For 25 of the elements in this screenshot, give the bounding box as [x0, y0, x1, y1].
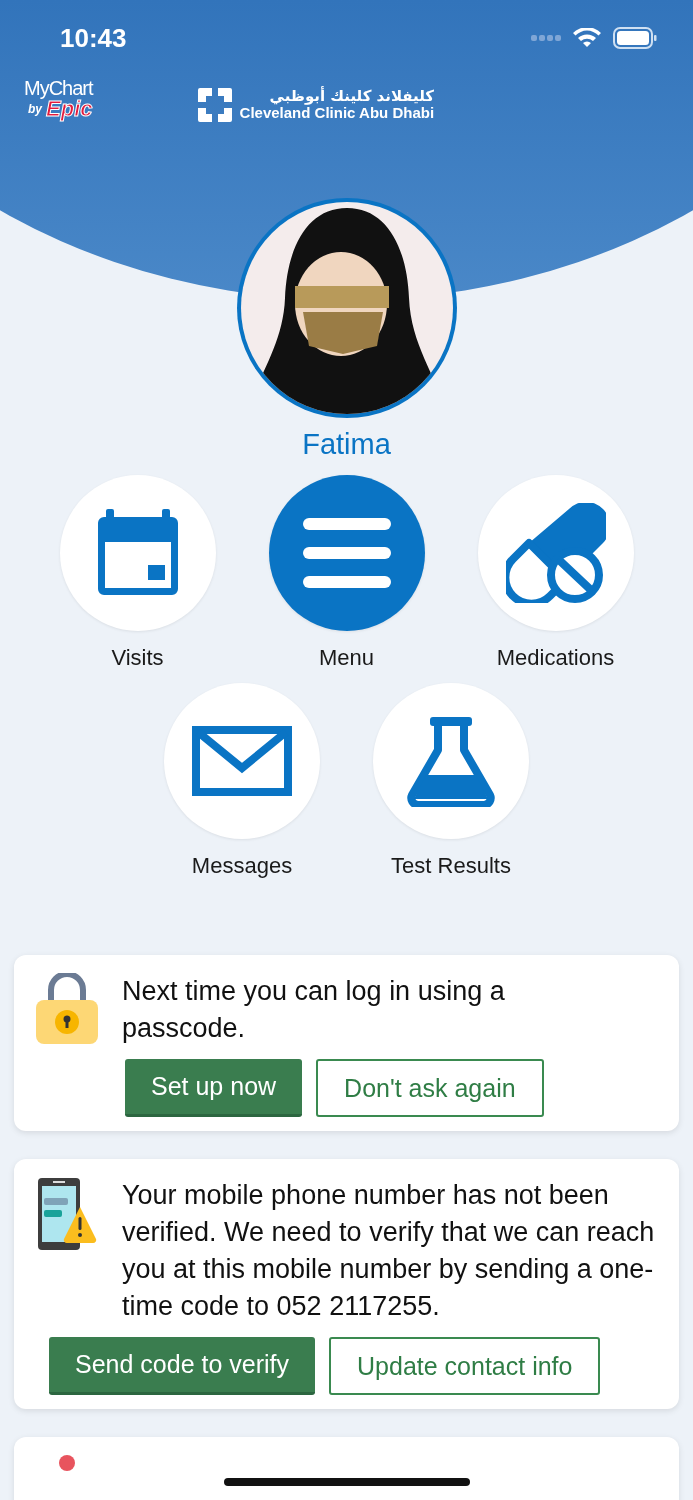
signal-icon [531, 34, 561, 42]
envelope-icon [192, 726, 292, 796]
secondary-button[interactable]: Update contact info [329, 1337, 601, 1395]
secondary-button[interactable]: Don't ask again [316, 1059, 544, 1117]
padlock-icon [36, 973, 98, 1045]
shortcut-tile[interactable]: Test Results [373, 683, 529, 879]
shortcut-tile[interactable]: Visits [59, 475, 216, 671]
pill-icon [505, 503, 606, 603]
battery-icon [613, 27, 657, 49]
alert-icon [59, 1455, 75, 1471]
shortcut-tile[interactable]: Medications [477, 475, 634, 671]
wifi-icon [573, 28, 601, 48]
status-time: 10:43 [60, 22, 127, 54]
clinic-logo-icon [197, 88, 232, 122]
clinic-name: Cleveland Clinic Abu Dhabi [239, 105, 435, 121]
flask-icon [406, 715, 496, 807]
primary-button[interactable]: Send code to verify [49, 1337, 315, 1395]
profile-name: Fatima [302, 428, 391, 461]
notice-text: Your mobile phone number has not been verified. We need to verify that we can reach you at this mobile number by sending a one-time code to 052 2117255. [122, 1179, 656, 1323]
primary-button[interactable]: Set up now [125, 1059, 303, 1117]
mychart-logo: MyChart by Epic [24, 78, 93, 120]
shortcut-tile[interactable]: Messages [164, 683, 320, 879]
notice-text: Next time you can log in using a passcode. [122, 975, 506, 1045]
phone-warning-icon [37, 1177, 97, 1251]
shortcut-tile[interactable]: Menu [268, 475, 425, 671]
